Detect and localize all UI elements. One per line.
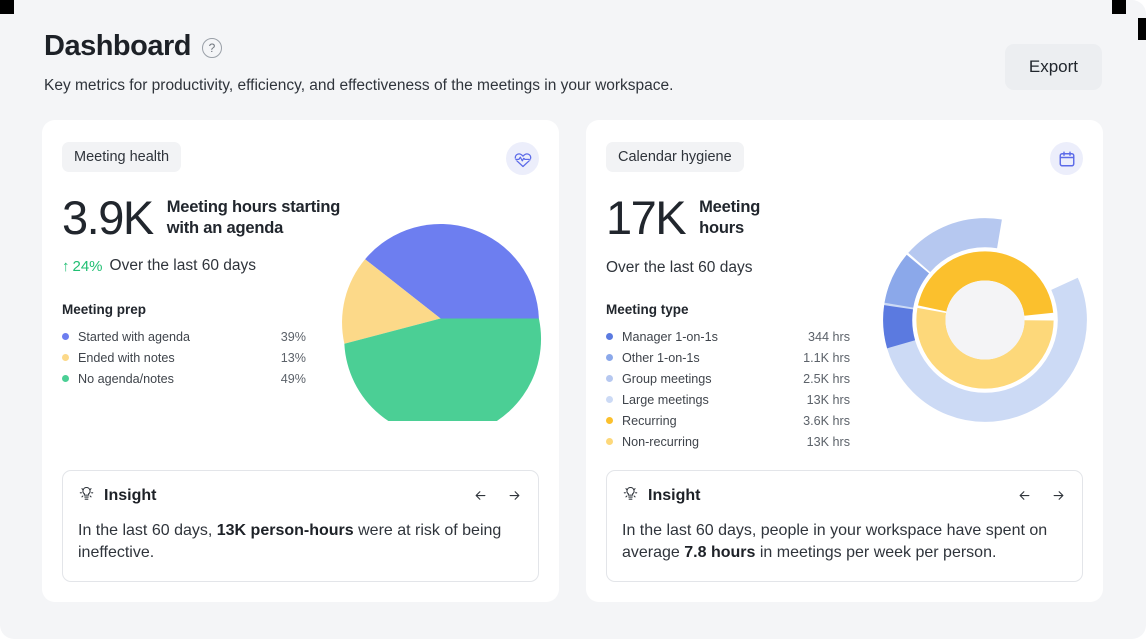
insight-panel: Insight In the last 60 days, 13K person-… xyxy=(62,469,539,582)
metric-row: 3.9K Meeting hours starting with an agen… xyxy=(62,194,539,241)
page-title: Dashboard xyxy=(44,30,191,62)
legend-color-swatch xyxy=(606,396,613,403)
page-subtitle: Key metrics for productivity, efficiency… xyxy=(44,77,674,94)
legend-label: Recurring xyxy=(622,413,677,428)
dashboard-page: Dashboard ? Key metrics for productivity… xyxy=(0,0,1146,639)
legend-value: 39% xyxy=(280,329,306,344)
legend-value: 3.6K hrs xyxy=(803,413,850,428)
list-item: Ended with notes 13% xyxy=(62,347,306,368)
insight-text-highlight: 13K person-hours xyxy=(216,521,354,539)
insight-panel: Insight In the last 60 days, people in y… xyxy=(606,469,1083,582)
legend-label: Non-recurring xyxy=(622,434,699,449)
arrow-up-icon: ↑ xyxy=(62,257,70,275)
list-item: Recurring 3.6K hrs xyxy=(606,410,850,431)
legend-color-swatch xyxy=(62,375,69,382)
list-item: Group meetings 2.5K hrs xyxy=(606,368,850,389)
list-item: Non-recurring 13K hrs xyxy=(606,431,850,452)
card-header: Calendar hygiene xyxy=(606,142,1083,175)
legend-meeting-type: Manager 1-on-1s 344 hrs Other 1-on-1s 1.… xyxy=(606,326,850,452)
metric-label: Meeting hours starting with an agenda xyxy=(166,198,341,237)
insight-nav xyxy=(472,488,523,503)
delta-value: 24% xyxy=(72,257,103,275)
delta-row: ↑ 24% Over the last 60 days xyxy=(62,257,539,275)
legend-value: 2.5K hrs xyxy=(803,371,850,386)
corner-mark-top-right-edge xyxy=(1138,18,1146,40)
legend-value: 13K hrs xyxy=(806,392,850,407)
metric-label: Meeting hours xyxy=(699,198,761,237)
card-meeting-health: Meeting health 3.9K Meeting hours starti… xyxy=(42,120,559,602)
insight-text: In the last 60 days, 13K person-hours we… xyxy=(78,520,523,565)
insight-title: Insight xyxy=(104,486,157,504)
list-item: Large meetings 13K hrs xyxy=(606,389,850,410)
cards-container: Meeting health 3.9K Meeting hours starti… xyxy=(42,120,1103,602)
legend-title: Meeting type xyxy=(606,302,689,317)
legend-color-swatch xyxy=(62,354,69,361)
legend-color-swatch xyxy=(606,375,613,382)
next-insight-arrow[interactable] xyxy=(506,488,523,503)
corner-mark-top-left xyxy=(0,0,14,14)
metric-value: 17K xyxy=(606,191,687,244)
legend-label: Large meetings xyxy=(622,392,709,407)
insight-header: Insight xyxy=(622,485,1067,507)
legend-value: 13% xyxy=(280,350,306,365)
legend-label: Started with agenda xyxy=(78,329,191,344)
lightbulb-icon xyxy=(78,485,95,507)
calendar-icon xyxy=(1050,142,1083,175)
donut-chart-meeting-type xyxy=(881,216,1089,429)
previous-insight-arrow[interactable] xyxy=(1016,488,1033,503)
legend-color-swatch xyxy=(606,438,613,445)
legend-value: 13K hrs xyxy=(806,434,850,449)
list-item: Manager 1-on-1s 344 hrs xyxy=(606,326,850,347)
legend-color-swatch xyxy=(606,354,613,361)
delta-context: Over the last 60 days xyxy=(606,259,753,276)
card-calendar-hygiene: Calendar hygiene 17K Meeting hours Over … xyxy=(586,120,1103,602)
insight-title: Insight xyxy=(648,486,701,504)
legend-label: Group meetings xyxy=(622,371,712,386)
list-item: Started with agenda 39% xyxy=(62,326,306,347)
list-item: No agenda/notes 49% xyxy=(62,368,306,389)
lightbulb-icon xyxy=(622,485,639,507)
previous-insight-arrow[interactable] xyxy=(472,488,489,503)
export-button[interactable]: Export xyxy=(1004,44,1102,90)
delta-badge: ↑ 24% xyxy=(62,258,103,275)
legend-label: Manager 1-on-1s xyxy=(622,329,718,344)
delta-context: Over the last 60 days xyxy=(109,257,256,274)
card-category-pill: Meeting health xyxy=(62,142,182,172)
legend-title: Meeting prep xyxy=(62,302,147,317)
heart-pulse-icon xyxy=(506,142,539,175)
legend-color-swatch xyxy=(606,417,613,424)
page-header: Dashboard ? Key metrics for productivity… xyxy=(44,30,1102,96)
legend-value: 344 hrs xyxy=(807,329,850,344)
insight-text-highlight: 7.8 hours xyxy=(684,544,756,562)
question-mark-icon[interactable]: ? xyxy=(201,38,222,58)
insight-text-before: In the last 60 days, xyxy=(78,521,217,539)
card-category-pill: Calendar hygiene xyxy=(606,142,744,172)
legend-value: 1.1K hrs xyxy=(803,350,850,365)
insight-text: In the last 60 days, people in your work… xyxy=(622,520,1067,565)
list-item: Other 1-on-1s 1.1K hrs xyxy=(606,347,850,368)
insight-nav xyxy=(1016,488,1067,503)
legend-color-swatch xyxy=(62,333,69,340)
legend-label: No agenda/notes xyxy=(78,371,174,386)
legend-value: 49% xyxy=(280,371,306,386)
corner-mark-top-right xyxy=(1112,0,1126,14)
next-insight-arrow[interactable] xyxy=(1050,488,1067,503)
title-row: Dashboard ? xyxy=(44,30,1102,63)
card-header: Meeting health xyxy=(62,142,539,175)
legend-color-swatch xyxy=(606,333,613,340)
legend-label: Other 1-on-1s xyxy=(622,350,700,365)
insight-header: Insight xyxy=(78,485,523,507)
pie-chart-meeting-prep xyxy=(338,216,543,438)
legend-label: Ended with notes xyxy=(78,350,175,365)
insight-text-after: in meetings per week per person. xyxy=(755,544,997,562)
metric-row: 17K Meeting hours xyxy=(606,194,1083,241)
legend-meeting-prep: Started with agenda 39% Ended with notes… xyxy=(62,326,306,389)
metric-value: 3.9K xyxy=(62,191,154,244)
